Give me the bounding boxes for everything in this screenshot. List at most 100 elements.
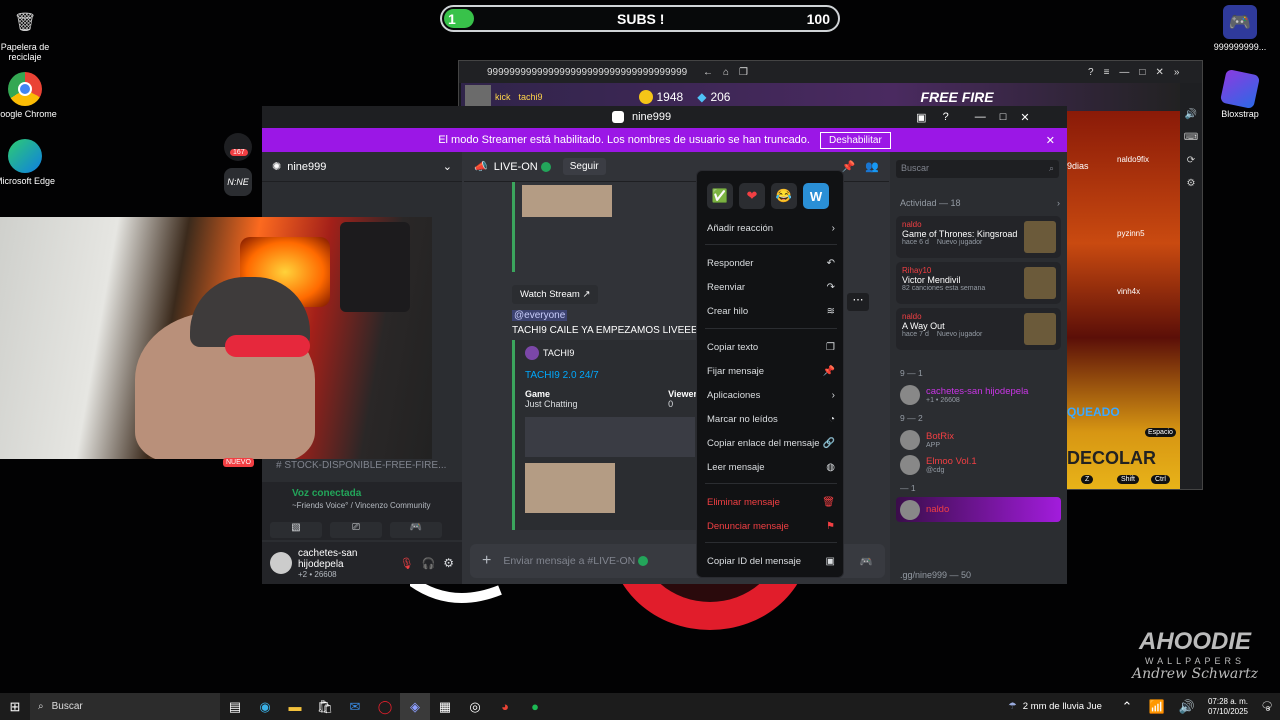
network-icon[interactable]: 📶 (1142, 693, 1172, 720)
key-z[interactable]: Z (1081, 475, 1094, 484)
rotate-icon[interactable]: ⟳ (1180, 155, 1202, 166)
emulator-sidebar[interactable]: 🔊 ⌨ ⟳ ⚙ (1180, 83, 1202, 489)
settings-icon[interactable]: ⚙ (1180, 178, 1202, 189)
help-icon[interactable]: ? (1088, 67, 1094, 78)
quick-reaction[interactable]: 😂 (771, 183, 797, 209)
keyboard-icon[interactable]: ⌨ (1180, 132, 1202, 143)
close-banner-icon[interactable]: ✕ (1046, 134, 1055, 147)
disable-streamer-button[interactable]: Deshabilitar (819, 131, 891, 149)
context-menu-item[interactable]: Aplicaciones › (707, 386, 835, 404)
context-menu-item[interactable]: Copiar enlace del mensaje 🔗 (707, 434, 835, 452)
discord-taskbar-icon[interactable]: ◈ (400, 693, 430, 720)
context-menu-item[interactable]: Leer mensaje ◍ (707, 458, 835, 476)
embed-image[interactable] (525, 417, 695, 457)
deafen-icon[interactable]: 🎧 (422, 557, 436, 570)
context-menu-item[interactable]: Fijar mensaje 📌 (707, 362, 835, 380)
clock[interactable]: 07:28 a. m. 07/10/2025 (1208, 697, 1248, 717)
user-settings-icon[interactable]: ⚙ (443, 556, 454, 570)
voice-channel[interactable]: ~Friends Voice° / Vincenzo Community (292, 501, 454, 510)
camera-off-button[interactable]: ▧ (270, 522, 322, 538)
member-row[interactable]: cachetes-san hijodepela +1 • 26608 (896, 382, 1061, 407)
context-menu-item[interactable]: Denunciar mensaje ⚑ (707, 517, 835, 535)
context-menu-item[interactable]: Eliminar mensaje 🗑 (707, 493, 835, 511)
home-icon[interactable]: ⌂ (723, 67, 729, 78)
tray-expand-icon[interactable]: ⌃ (1112, 693, 1142, 720)
desktop-icon-chrome[interactable]: Google Chrome (0, 72, 57, 119)
context-menu-item[interactable]: Copiar texto ❐ (707, 338, 835, 356)
activity-button[interactable]: 🎮 (390, 522, 442, 538)
key-ctrl[interactable]: Ctrl (1151, 475, 1170, 484)
context-menu-item[interactable]: Añadir reacción › (707, 219, 835, 237)
member-row[interactable]: naldo (896, 497, 1061, 522)
activity-header[interactable]: Actividad — 18 › (900, 198, 1060, 208)
desktop-icon-recycle-bin[interactable]: 🗑 Papelera de reciclaje (0, 5, 57, 62)
share-screen-button[interactable]: ⎚ (330, 522, 382, 538)
spotify-icon[interactable]: ● (520, 693, 550, 720)
add-attachment-icon[interactable]: + (482, 552, 491, 570)
key-espacio[interactable]: Espacio (1145, 428, 1176, 437)
inbox-icon[interactable]: ▣ (916, 111, 926, 124)
mute-icon[interactable]: 🎙 (400, 557, 414, 570)
activity-card[interactable]: Rihay10 Victor Mendivil 82 canciones esta … (896, 262, 1061, 304)
avatar[interactable] (270, 552, 292, 574)
store-icon[interactable]: 🛍 (310, 693, 340, 720)
member-row[interactable]: Elmoo Vol.1 @cdg (896, 452, 1061, 477)
activity-card[interactable]: naldo A Way Out hace 7 d Nuevo jugador (896, 308, 1061, 350)
taskbar-search[interactable]: ⌕ Buscar (30, 693, 220, 720)
emulator-taskbar-icon[interactable]: ▦ (430, 693, 460, 720)
desktop-icon-edge[interactable]: Microsoft Edge (0, 139, 57, 186)
volume-icon[interactable]: 🔊 (1172, 693, 1202, 720)
notifications-button[interactable]: 🗨 8 (1254, 701, 1280, 713)
quick-reaction[interactable]: ❤ (739, 183, 765, 209)
chrome-taskbar-icon[interactable]: ◕ (490, 693, 520, 720)
server-icon-nine[interactable]: N:NE (224, 168, 252, 196)
help-icon[interactable]: ? (943, 111, 949, 123)
collapse-icon[interactable]: » (1174, 67, 1180, 78)
chevron-down-icon[interactable]: ⌄ (443, 160, 452, 173)
start-button[interactable]: ⊞ (0, 693, 30, 720)
key-shift[interactable]: Shift (1117, 475, 1140, 484)
activity-card[interactable]: naldo Game of Thrones: Kingsroad hace 6 d … (896, 216, 1061, 258)
file-explorer-icon[interactable]: ▬ (280, 693, 310, 720)
mail-icon[interactable]: ✉ (340, 693, 370, 720)
quick-reaction[interactable]: W (803, 183, 829, 209)
context-menu-item[interactable]: Responder ↶ (707, 254, 835, 272)
pin-icon[interactable]: 📌 (842, 160, 856, 173)
desktop-icon-bloxstrap[interactable]: Bloxstrap (1208, 68, 1272, 119)
opera-icon[interactable]: ◯ (370, 693, 400, 720)
tabs-icon[interactable]: ❐ (739, 67, 748, 78)
channel-stock[interactable]: # STOCK-DISPONIBLE-FREE-FIRE... (262, 460, 462, 471)
desktop-icon-game[interactable]: 🎮 999999999... (1208, 5, 1272, 52)
minimize-icon[interactable]: — (975, 111, 986, 123)
embed-title[interactable]: TACHI9 2.0 24/7 (525, 370, 702, 381)
minimize-icon[interactable]: — (1119, 67, 1129, 78)
member-row[interactable]: BotRix APP (896, 427, 1061, 452)
menu-icon[interactable]: ≡ (1104, 67, 1110, 78)
context-menu-item[interactable]: Copiar ID del mensaje ▣ (707, 552, 835, 570)
context-menu-item[interactable]: Reenviar ↷ (707, 278, 835, 296)
context-menu-item[interactable]: Crear hilo ≋ (707, 302, 835, 320)
edge-taskbar-icon[interactable]: ◉ (250, 693, 280, 720)
close-icon[interactable]: ✕ (1020, 111, 1029, 124)
weather-widget[interactable]: ☂ 2 mm de lluvia Jue (1008, 701, 1102, 712)
volume-icon[interactable]: 🔊 (1180, 109, 1202, 120)
gamepad-icon[interactable]: 🎮 (860, 555, 873, 568)
context-menu-item[interactable]: Marcar no leídos ◔ (707, 410, 835, 428)
embed-thumbnail[interactable] (525, 463, 615, 513)
more-options-button[interactable]: ⋯ (847, 293, 869, 311)
server-header[interactable]: ✺ nine999 ⌄ (262, 152, 462, 182)
watch-stream-button[interactable]: Watch Stream ↗ (512, 285, 599, 304)
maximize-icon[interactable]: □ (1000, 111, 1007, 123)
back-icon[interactable]: ← (703, 67, 713, 78)
obs-icon[interactable]: ◎ (460, 693, 490, 720)
mention-everyone[interactable]: @everyone (512, 310, 568, 321)
close-icon[interactable]: ✕ (1155, 67, 1163, 78)
task-view-icon[interactable]: ▤ (220, 693, 250, 720)
invite-link[interactable]: .gg/nine999 — 50 (900, 570, 971, 580)
search-input[interactable]: Buscar ⌕ (896, 160, 1059, 178)
quick-reaction[interactable]: ✅ (707, 183, 733, 209)
maximize-icon[interactable]: □ (1139, 67, 1145, 78)
stream-thumbnail[interactable] (522, 185, 612, 217)
members-icon[interactable]: 👥 (865, 160, 879, 173)
server-icon-main[interactable]: 167 (224, 133, 252, 161)
